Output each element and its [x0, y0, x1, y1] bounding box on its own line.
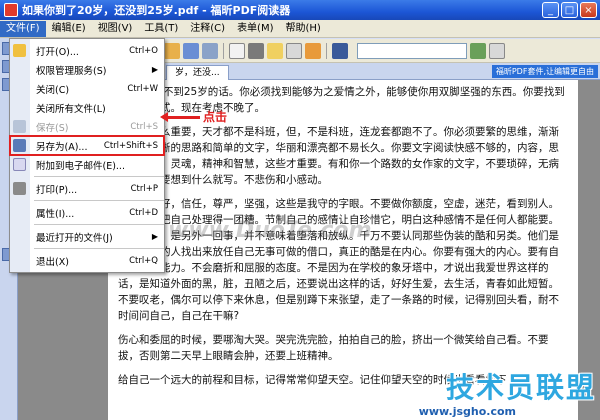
- doc-paragraph: 聪明，美好，信任，尊严，坚强，这些是我守的字眼。不要做你额度，空虚，迷茫，看到别…: [118, 198, 559, 322]
- submenu-arrow-icon: ▶: [151, 232, 158, 241]
- submenu-arrow-icon: ▶: [151, 65, 158, 74]
- menu-item-print[interactable]: 打印(P)... Ctrl+P: [10, 179, 164, 198]
- title-bar: 如果你到了20岁，还没到25岁.pdf - 福昕PDF阅读器 _ □ ×: [0, 0, 600, 20]
- doc-paragraph: 学历有什么重要，天才都不是科班，但，不是科班，连龙套都跑不了。你必须要繁的思维，…: [118, 126, 559, 186]
- logo-url: www.jsgho.com: [418, 405, 516, 418]
- menu-item-close-all[interactable]: 关闭所有文件(L): [10, 98, 164, 117]
- pencil-icon[interactable]: [305, 42, 321, 59]
- menu-form[interactable]: 表单(M): [231, 21, 279, 37]
- minimize-button[interactable]: _: [542, 2, 559, 18]
- find-binoculars-icon[interactable]: [332, 42, 348, 59]
- toolbar: [160, 39, 600, 63]
- menu-item-save: 保存(S) Ctrl+S: [10, 117, 164, 136]
- menu-comment[interactable]: 注释(C): [184, 21, 231, 37]
- menu-item-recent-files[interactable]: 最近打开的文件(J) ▶: [10, 227, 164, 246]
- menu-item-rms[interactable]: 权限管理服务(S) ▶: [10, 60, 164, 79]
- menu-item-exit[interactable]: 退出(X) Ctrl+Q: [10, 251, 164, 270]
- document-tab-strip: 岁，还没... 福昕PDF套件,让编辑更自由: [160, 63, 600, 80]
- site-watermark: www.DuoTe.com: [168, 218, 372, 243]
- menu-item-save-as[interactable]: 另存为(A)... Ctrl+Shift+S: [9, 135, 165, 156]
- page-icon[interactable]: [229, 42, 245, 59]
- menu-separator: [34, 176, 164, 177]
- hand-tool-icon[interactable]: [164, 42, 180, 59]
- maximize-button[interactable]: □: [561, 2, 578, 18]
- callout-arrow-icon: [160, 112, 200, 122]
- menu-separator: [34, 200, 164, 201]
- menu-tools[interactable]: 工具(T): [138, 21, 184, 37]
- menu-item-email[interactable]: 附加到电子邮件(E)...: [10, 155, 164, 174]
- save-disk-icon: [13, 120, 26, 133]
- window-controls: _ □ ×: [542, 2, 597, 18]
- select-text-icon[interactable]: [183, 42, 199, 59]
- window-title: 如果你到了20岁，还没到25岁.pdf - 福昕PDF阅读器: [22, 4, 291, 17]
- foxit-app-icon: [4, 3, 18, 17]
- email-icon: [13, 158, 26, 171]
- open-folder-icon: [13, 44, 26, 57]
- doc-paragraph: 了20岁还不到25岁的话。你必须找到能够为之爱情之外，能够使你用双脚坚强的东西。…: [118, 86, 565, 114]
- file-menu-dropdown: 打开(O)... Ctrl+O 权限管理服务(S) ▶ 关闭(C) Ctrl+W…: [9, 38, 165, 273]
- logo-name: 技术员联盟: [445, 371, 596, 404]
- promo-banner[interactable]: 福昕PDF套件,让编辑更自由: [491, 65, 598, 78]
- close-button[interactable]: ×: [580, 2, 597, 18]
- menu-separator: [34, 248, 164, 249]
- menu-file[interactable]: 文件(F): [0, 20, 46, 37]
- printer-icon: [13, 182, 26, 195]
- document-tab[interactable]: 岁，还没...: [166, 65, 229, 80]
- find-next-icon[interactable]: [470, 42, 486, 59]
- search-input[interactable]: [357, 42, 467, 59]
- menu-bar: 文件(F) 编辑(E) 视图(V) 工具(T) 注释(C) 表单(M) 帮助(H…: [0, 20, 600, 38]
- toolbar-separator: [223, 42, 224, 59]
- toolbar-separator: [326, 42, 327, 59]
- zoom-icon[interactable]: [267, 42, 283, 59]
- typewriter-icon[interactable]: [286, 42, 302, 59]
- menu-view[interactable]: 视图(V): [92, 21, 139, 37]
- menu-item-open[interactable]: 打开(O)... Ctrl+O: [10, 41, 164, 60]
- camera-icon[interactable]: [248, 42, 264, 59]
- menu-item-properties[interactable]: 属性(I)... Ctrl+D: [10, 203, 164, 222]
- menu-item-close[interactable]: 关闭(C) Ctrl+W: [10, 79, 164, 98]
- menu-separator: [34, 224, 164, 225]
- save-as-icon: [13, 139, 26, 152]
- callout-label: 点击: [203, 110, 228, 124]
- search-options-icon[interactable]: [489, 42, 505, 59]
- menu-edit[interactable]: 编辑(E): [46, 21, 92, 37]
- snapshot-icon[interactable]: [202, 42, 218, 59]
- site-logo: 技术员联盟 www.jsgho.com: [356, 360, 596, 418]
- menu-help[interactable]: 帮助(H): [280, 21, 327, 37]
